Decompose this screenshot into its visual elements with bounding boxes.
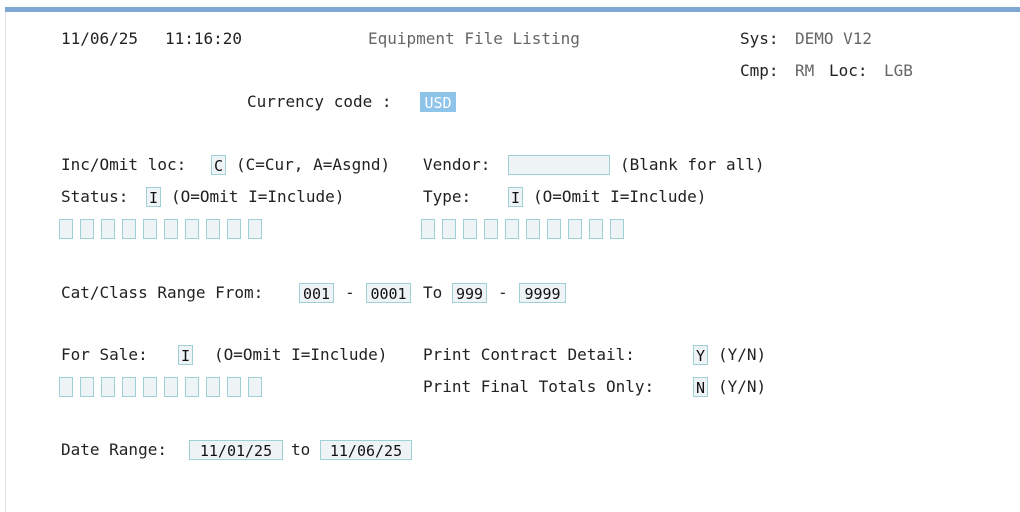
status-code-box[interactable] [185, 219, 199, 239]
type-code-box[interactable] [610, 219, 624, 239]
sys-label: Sys: [740, 29, 779, 48]
for-sale-code-box[interactable] [80, 377, 94, 397]
status-code-box[interactable] [164, 219, 178, 239]
cat-class-range-label: Cat/Class Range From: [61, 283, 264, 302]
for-sale-label: For Sale: [61, 345, 148, 364]
for-sale-code-box[interactable] [185, 377, 199, 397]
to-class-field[interactable]: 9999 [519, 283, 566, 303]
terminal-screen [5, 12, 1020, 512]
type-code-box[interactable] [526, 219, 540, 239]
print-final-field[interactable]: N [693, 377, 708, 397]
from-cat-field[interactable]: 001 [299, 283, 334, 303]
status-hint: (O=Omit I=Include) [171, 187, 345, 206]
type-code-box[interactable] [568, 219, 582, 239]
status-label: Status: [61, 187, 129, 206]
for-sale-code-box[interactable] [101, 377, 115, 397]
header-time: 11:16:20 [165, 29, 243, 48]
cmp-label: Cmp: [740, 61, 779, 80]
print-contract-hint: (Y/N) [718, 345, 767, 364]
type-label: Type: [423, 187, 472, 206]
cmp-value: RM [795, 61, 815, 80]
status-code-box[interactable] [143, 219, 157, 239]
currency-label: Currency code : [247, 92, 392, 111]
loc-value: LGB [884, 61, 913, 80]
type-code-box[interactable] [421, 219, 435, 239]
print-contract-label: Print Contract Detail: [423, 345, 635, 364]
type-code-box[interactable] [463, 219, 477, 239]
status-code-box[interactable] [206, 219, 220, 239]
for-sale-hint: (O=Omit I=Include) [214, 345, 388, 364]
inc-omit-field[interactable]: C [211, 155, 226, 175]
date-range-label: Date Range: [61, 440, 167, 459]
for-sale-field[interactable]: I [178, 345, 193, 365]
type-code-box[interactable] [442, 219, 456, 239]
print-final-hint: (Y/N) [718, 377, 767, 396]
print-final-label: Print Final Totals Only: [423, 377, 655, 396]
inc-omit-label: Inc/Omit loc: [61, 155, 187, 174]
status-code-box[interactable] [59, 219, 73, 239]
type-code-box[interactable] [505, 219, 519, 239]
for-sale-code-box[interactable] [122, 377, 136, 397]
for-sale-code-box[interactable] [164, 377, 178, 397]
sys-value: DEMO V12 [795, 29, 873, 48]
currency-code-field[interactable]: USD [420, 92, 456, 112]
print-contract-field[interactable]: Y [693, 345, 708, 365]
status-field[interactable]: I [146, 187, 161, 207]
for-sale-code-box[interactable] [248, 377, 262, 397]
loc-label: Loc: [829, 61, 868, 80]
for-sale-code-box[interactable] [143, 377, 157, 397]
status-code-box[interactable] [101, 219, 115, 239]
vendor-label: Vendor: [423, 155, 491, 174]
type-code-box[interactable] [589, 219, 603, 239]
for-sale-code-box[interactable] [227, 377, 241, 397]
status-code-box[interactable] [80, 219, 94, 239]
type-code-box[interactable] [547, 219, 561, 239]
type-field[interactable]: I [508, 187, 523, 207]
vendor-hint: (Blank for all) [620, 155, 765, 174]
status-code-box[interactable] [248, 219, 262, 239]
page-title: Equipment File Listing [368, 29, 580, 48]
status-code-box[interactable] [227, 219, 241, 239]
from-class-field[interactable]: 0001 [366, 283, 411, 303]
type-hint: (O=Omit I=Include) [533, 187, 707, 206]
date-to-field[interactable]: 11/06/25 [320, 440, 412, 460]
range-to-label: To [423, 283, 443, 302]
to-cat-field[interactable]: 999 [452, 283, 487, 303]
date-to-label: to [291, 440, 311, 459]
header-date: 11/06/25 [61, 29, 139, 48]
for-sale-code-box[interactable] [59, 377, 73, 397]
range-dash: - [345, 283, 355, 302]
for-sale-code-box[interactable] [206, 377, 220, 397]
type-code-box[interactable] [484, 219, 498, 239]
range-dash: - [498, 283, 508, 302]
vendor-field[interactable] [508, 155, 610, 175]
inc-omit-hint: (C=Cur, A=Asgnd) [236, 155, 391, 174]
date-from-field[interactable]: 11/01/25 [189, 440, 283, 460]
status-code-box[interactable] [122, 219, 136, 239]
